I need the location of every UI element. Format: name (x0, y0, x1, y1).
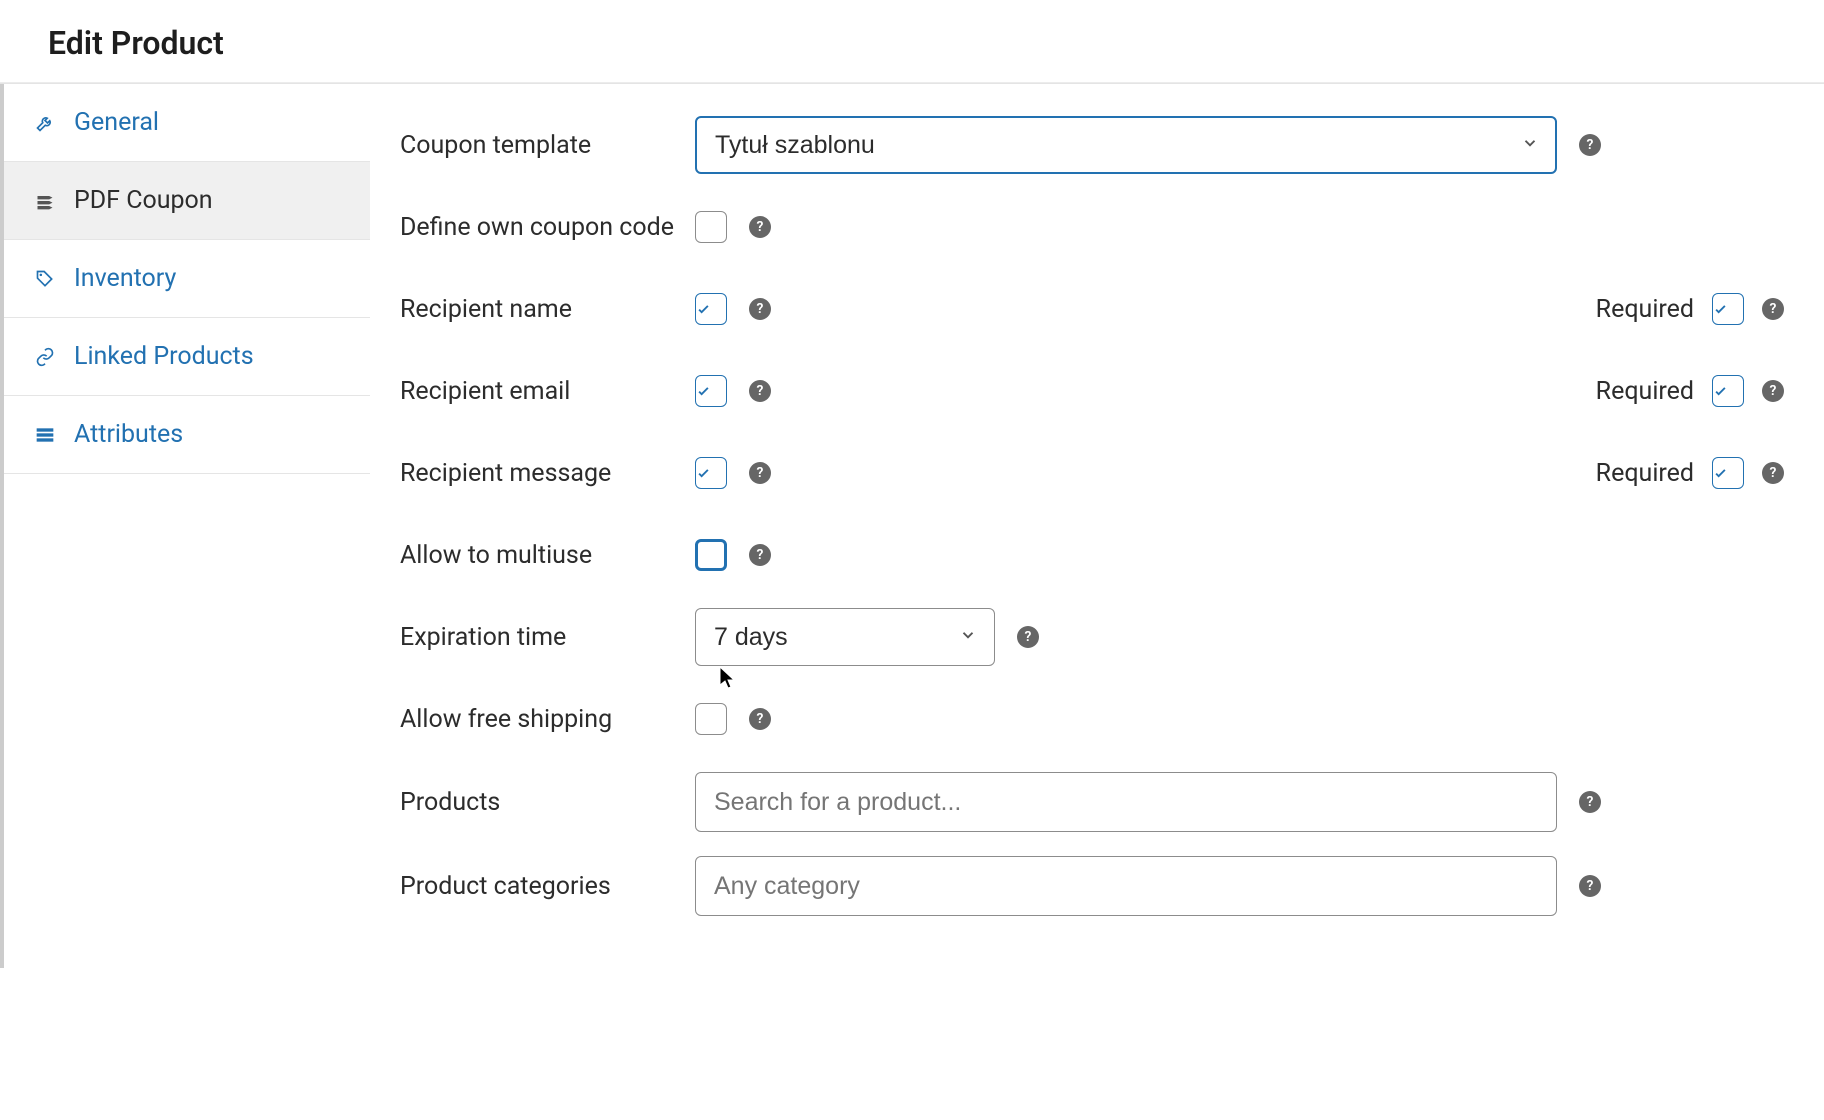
help-icon[interactable]: ? (1579, 134, 1601, 156)
help-icon[interactable]: ? (749, 462, 771, 484)
sidebar-item-label: Inventory (74, 264, 176, 293)
wrench-icon (34, 112, 56, 134)
list-icon (34, 424, 56, 446)
row-coupon-template: Coupon template Tytuł szablonu ? (400, 104, 1784, 186)
checkbox-recipient-email-required[interactable] (1712, 375, 1744, 407)
row-allow-multiuse: Allow to multiuse ? (400, 514, 1784, 596)
page-title: Edit Product (0, 0, 1824, 82)
help-icon[interactable]: ? (749, 708, 771, 730)
checkbox-allow-multiuse[interactable] (695, 539, 727, 571)
select-expiration-time[interactable]: 7 days (695, 608, 995, 666)
form-content: Coupon template Tytuł szablonu ? Define … (370, 84, 1824, 968)
input-product-categories[interactable] (695, 856, 1557, 916)
sidebar-item-attributes[interactable]: Attributes (4, 396, 370, 474)
sidebar-item-label: PDF Coupon (74, 186, 213, 215)
sidebar-item-pdf-coupon[interactable]: PDF Coupon (4, 162, 370, 240)
help-icon[interactable]: ? (1762, 380, 1784, 402)
help-icon[interactable]: ? (1579, 791, 1601, 813)
sidebar-item-general[interactable]: General (4, 84, 370, 162)
required-label: Required (1596, 377, 1694, 406)
help-icon[interactable]: ? (1762, 462, 1784, 484)
checkbox-recipient-message-required[interactable] (1712, 457, 1744, 489)
checkbox-allow-free-shipping[interactable] (695, 703, 727, 735)
label-expiration-time: Expiration time (400, 623, 695, 652)
sidebar-item-label: Linked Products (74, 342, 254, 371)
label-allow-multiuse: Allow to multiuse (400, 541, 695, 570)
input-products[interactable] (695, 772, 1557, 832)
checkbox-recipient-email[interactable] (695, 375, 727, 407)
row-allow-free-shipping: Allow free shipping ? (400, 678, 1784, 760)
label-recipient-message: Recipient message (400, 459, 695, 488)
row-recipient-name: Recipient name ? Required ? (400, 268, 1784, 350)
sidebar-item-linked-products[interactable]: Linked Products (4, 318, 370, 396)
required-label: Required (1596, 459, 1694, 488)
help-icon[interactable]: ? (749, 216, 771, 238)
main-container: General PDF Coupon Inventory Linked Prod… (0, 84, 1824, 968)
help-icon[interactable]: ? (749, 298, 771, 320)
sidebar-item-label: Attributes (74, 420, 183, 449)
label-coupon-template: Coupon template (400, 131, 695, 160)
help-icon[interactable]: ? (749, 380, 771, 402)
row-recipient-message: Recipient message ? Required ? (400, 432, 1784, 514)
help-icon[interactable]: ? (1017, 626, 1039, 648)
checkbox-recipient-message[interactable] (695, 457, 727, 489)
row-recipient-email: Recipient email ? Required ? (400, 350, 1784, 432)
label-recipient-name: Recipient name (400, 295, 695, 324)
sidebar-item-label: General (74, 108, 159, 137)
row-expiration-time: Expiration time 7 days ? (400, 596, 1784, 678)
label-recipient-email: Recipient email (400, 377, 695, 406)
label-product-categories: Product categories (400, 872, 695, 901)
help-icon[interactable]: ? (749, 544, 771, 566)
help-icon[interactable]: ? (1762, 298, 1784, 320)
tag-icon (34, 268, 56, 290)
link-icon (34, 346, 56, 368)
label-define-own-code: Define own coupon code (400, 213, 695, 242)
required-label: Required (1596, 295, 1694, 324)
label-products: Products (400, 788, 695, 817)
checkbox-recipient-name-required[interactable] (1712, 293, 1744, 325)
row-products: Products ? (400, 760, 1784, 844)
select-coupon-template[interactable]: Tytuł szablonu (695, 116, 1557, 174)
stack-icon (34, 190, 56, 212)
sidebar-item-inventory[interactable]: Inventory (4, 240, 370, 318)
help-icon[interactable]: ? (1579, 875, 1601, 897)
checkbox-recipient-name[interactable] (695, 293, 727, 325)
checkbox-define-own-code[interactable] (695, 211, 727, 243)
row-define-own-code: Define own coupon code ? (400, 186, 1784, 268)
row-product-categories: Product categories ? (400, 844, 1784, 928)
sidebar: General PDF Coupon Inventory Linked Prod… (0, 84, 370, 968)
label-allow-free-shipping: Allow free shipping (400, 705, 695, 734)
